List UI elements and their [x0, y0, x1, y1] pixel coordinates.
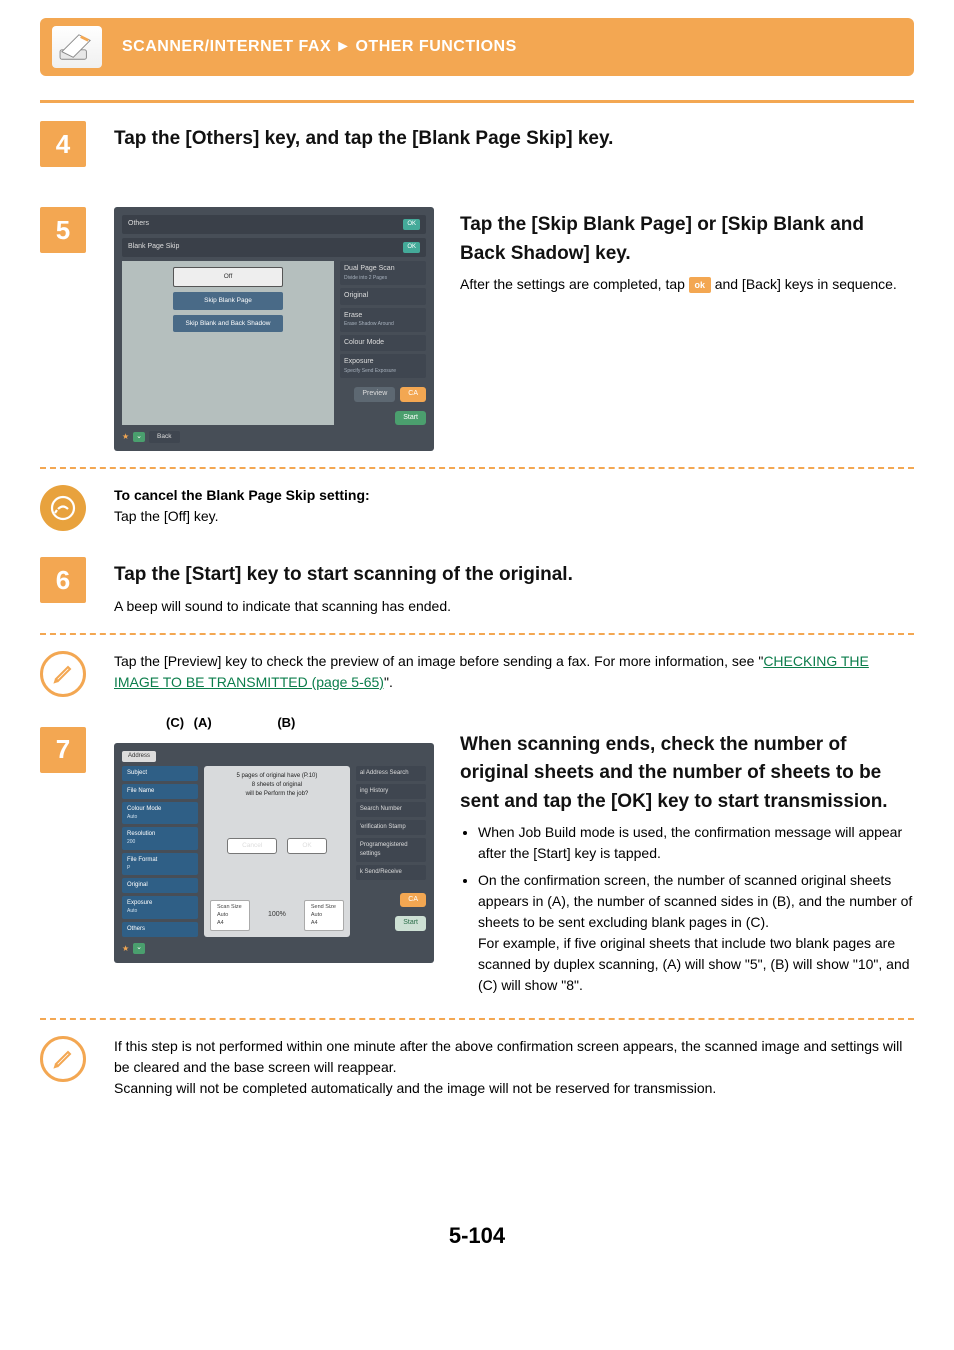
- dashed-divider: [40, 467, 914, 469]
- start-button[interactable]: Start: [395, 411, 426, 426]
- back-button[interactable]: Back: [149, 431, 179, 443]
- opt-skip-blank-page[interactable]: Skip Blank Page: [173, 292, 283, 310]
- callout-c: (C): [166, 713, 184, 733]
- step-4-title: Tap the [Others] key, and tap the [Blank…: [114, 125, 914, 154]
- blank-page-skip-screen: Others OK Blank Page Skip OK Off Skip Blan…: [114, 207, 434, 451]
- confirmation-screen: Address Subject File Name Colour ModeAut…: [114, 743, 434, 963]
- callouts: (C) (A) (B): [166, 713, 295, 733]
- preview-button[interactable]: Preview: [354, 387, 395, 402]
- send-size[interactable]: Send SizeAutoA4: [304, 900, 344, 931]
- side-dual-page-scan[interactable]: Dual Page ScanDivide into 2 Pages: [340, 261, 426, 285]
- side-original[interactable]: Original: [122, 878, 198, 893]
- breadcrumb: SCANNER/INTERNET FAX►OTHER FUNCTIONS: [122, 35, 517, 59]
- right-search-number[interactable]: Search Number: [356, 802, 426, 817]
- scanner-icon: [52, 26, 102, 68]
- side-exposure[interactable]: ExposureAuto: [122, 896, 198, 919]
- breadcrumb-subsection[interactable]: OTHER FUNCTIONS: [355, 38, 516, 55]
- tab-others[interactable]: Others: [128, 219, 149, 230]
- cancel-icon: [40, 485, 86, 531]
- right-sending-history[interactable]: ing History: [356, 784, 426, 799]
- right-global-search[interactable]: al Address Search: [356, 766, 426, 781]
- side-others[interactable]: Others: [122, 922, 198, 937]
- step-5: 5 Others OK Blank Page Skip OK Off Skip Bl…: [40, 207, 914, 451]
- page-number: 5-104: [40, 1219, 914, 1302]
- side-subject[interactable]: Subject: [122, 766, 198, 781]
- scan-size[interactable]: Scan SizeAutoA4: [210, 900, 250, 931]
- dashed-divider: [40, 1018, 914, 1020]
- favorite-icon[interactable]: ★: [122, 431, 129, 443]
- timeout-note-text: If this step is not performed within one…: [114, 1036, 914, 1099]
- divider: [40, 100, 914, 103]
- side-file-name[interactable]: File Name: [122, 784, 198, 799]
- side-exposure[interactable]: ExposureSpecify Send Exposure: [340, 354, 426, 378]
- ok-icon: ok: [689, 277, 711, 293]
- step-6-title: Tap the [Start] key to start scanning of…: [114, 561, 914, 590]
- cancel-note: To cancel the Blank Page Skip setting: T…: [40, 485, 914, 531]
- tab-blank-page-skip[interactable]: Blank Page Skip: [128, 242, 179, 253]
- favorite-icon[interactable]: ★: [122, 943, 129, 955]
- address-header[interactable]: Address: [122, 751, 156, 762]
- cancel-note-text: Tap the [Off] key.: [114, 506, 370, 527]
- header-banner: SCANNER/INTERNET FAX►OTHER FUNCTIONS: [40, 18, 914, 76]
- preview-note: Tap the [Preview] key to check the previ…: [40, 651, 914, 697]
- cancel-note-title: To cancel the Blank Page Skip setting:: [114, 485, 370, 506]
- step-7-title: When scanning ends, check the number of …: [460, 731, 914, 817]
- step-6-text: A beep will sound to indicate that scann…: [114, 596, 914, 617]
- step-number: 6: [40, 557, 86, 603]
- side-colour-mode[interactable]: Colour ModeAuto: [122, 802, 198, 825]
- side-colour-mode[interactable]: Colour Mode: [340, 335, 426, 352]
- right-program[interactable]: Programegistered settings: [356, 838, 426, 862]
- step-5-title: Tap the [Skip Blank Page] or [Skip Blank…: [460, 211, 914, 268]
- right-verification-stamp[interactable]: 'erification Stamp: [356, 820, 426, 835]
- step-number: 7: [40, 727, 86, 773]
- start-button[interactable]: Start: [395, 916, 426, 931]
- step-5-text: After the settings are completed, tap ok…: [460, 274, 914, 295]
- side-original[interactable]: Original: [340, 288, 426, 305]
- memo-icon: [40, 651, 86, 697]
- breadcrumb-section[interactable]: SCANNER/INTERNET FAX: [122, 38, 331, 55]
- step-7-bullets: When Job Build mode is used, the confirm…: [460, 822, 914, 996]
- timeout-note: If this step is not performed within one…: [40, 1036, 914, 1099]
- step-4: 4 Tap the [Others] key, and tap the [Bla…: [40, 121, 914, 167]
- bullet-2: On the confirmation screen, the number o…: [478, 870, 914, 996]
- step-number: 4: [40, 121, 86, 167]
- size-percent: 100%: [268, 910, 286, 921]
- bullet-1: When Job Build mode is used, the confirm…: [478, 822, 914, 864]
- preview-note-text: Tap the [Preview] key to check the previ…: [114, 651, 914, 693]
- side-erase[interactable]: EraseErase Shadow Around: [340, 308, 426, 332]
- dialog-cancel-button[interactable]: Cancel: [227, 838, 277, 854]
- dashed-divider: [40, 633, 914, 635]
- callout-b: (B): [277, 713, 295, 733]
- opt-skip-blank-and-back-shadow[interactable]: Skip Blank and Back Shadow: [173, 315, 283, 333]
- ca-button[interactable]: CA: [400, 893, 426, 908]
- callout-a: (A): [194, 713, 212, 733]
- memo-icon: [40, 1036, 86, 1082]
- chevron-down-icon[interactable]: ⌄: [133, 943, 145, 954]
- ca-button[interactable]: CA: [400, 387, 426, 402]
- dialog-ok-button[interactable]: OK: [287, 838, 326, 854]
- side-resolution[interactable]: Resolution200: [122, 827, 198, 850]
- step-7: 7 (C) (A) (B) Address Subject File Name …: [40, 727, 914, 1003]
- right-send-receive[interactable]: k Send/Receive: [356, 865, 426, 880]
- confirm-message: 5 pages of original have (P.10) 8 sheets…: [236, 772, 317, 799]
- ok-button[interactable]: OK: [403, 219, 420, 230]
- ok-button[interactable]: OK: [403, 242, 420, 253]
- opt-off[interactable]: Off: [173, 267, 283, 287]
- step-6: 6 Tap the [Start] key to start scanning …: [40, 557, 914, 617]
- step-number: 5: [40, 207, 86, 253]
- chevron-down-icon[interactable]: ⌄: [133, 432, 145, 443]
- side-file-format[interactable]: File FormatP: [122, 853, 198, 876]
